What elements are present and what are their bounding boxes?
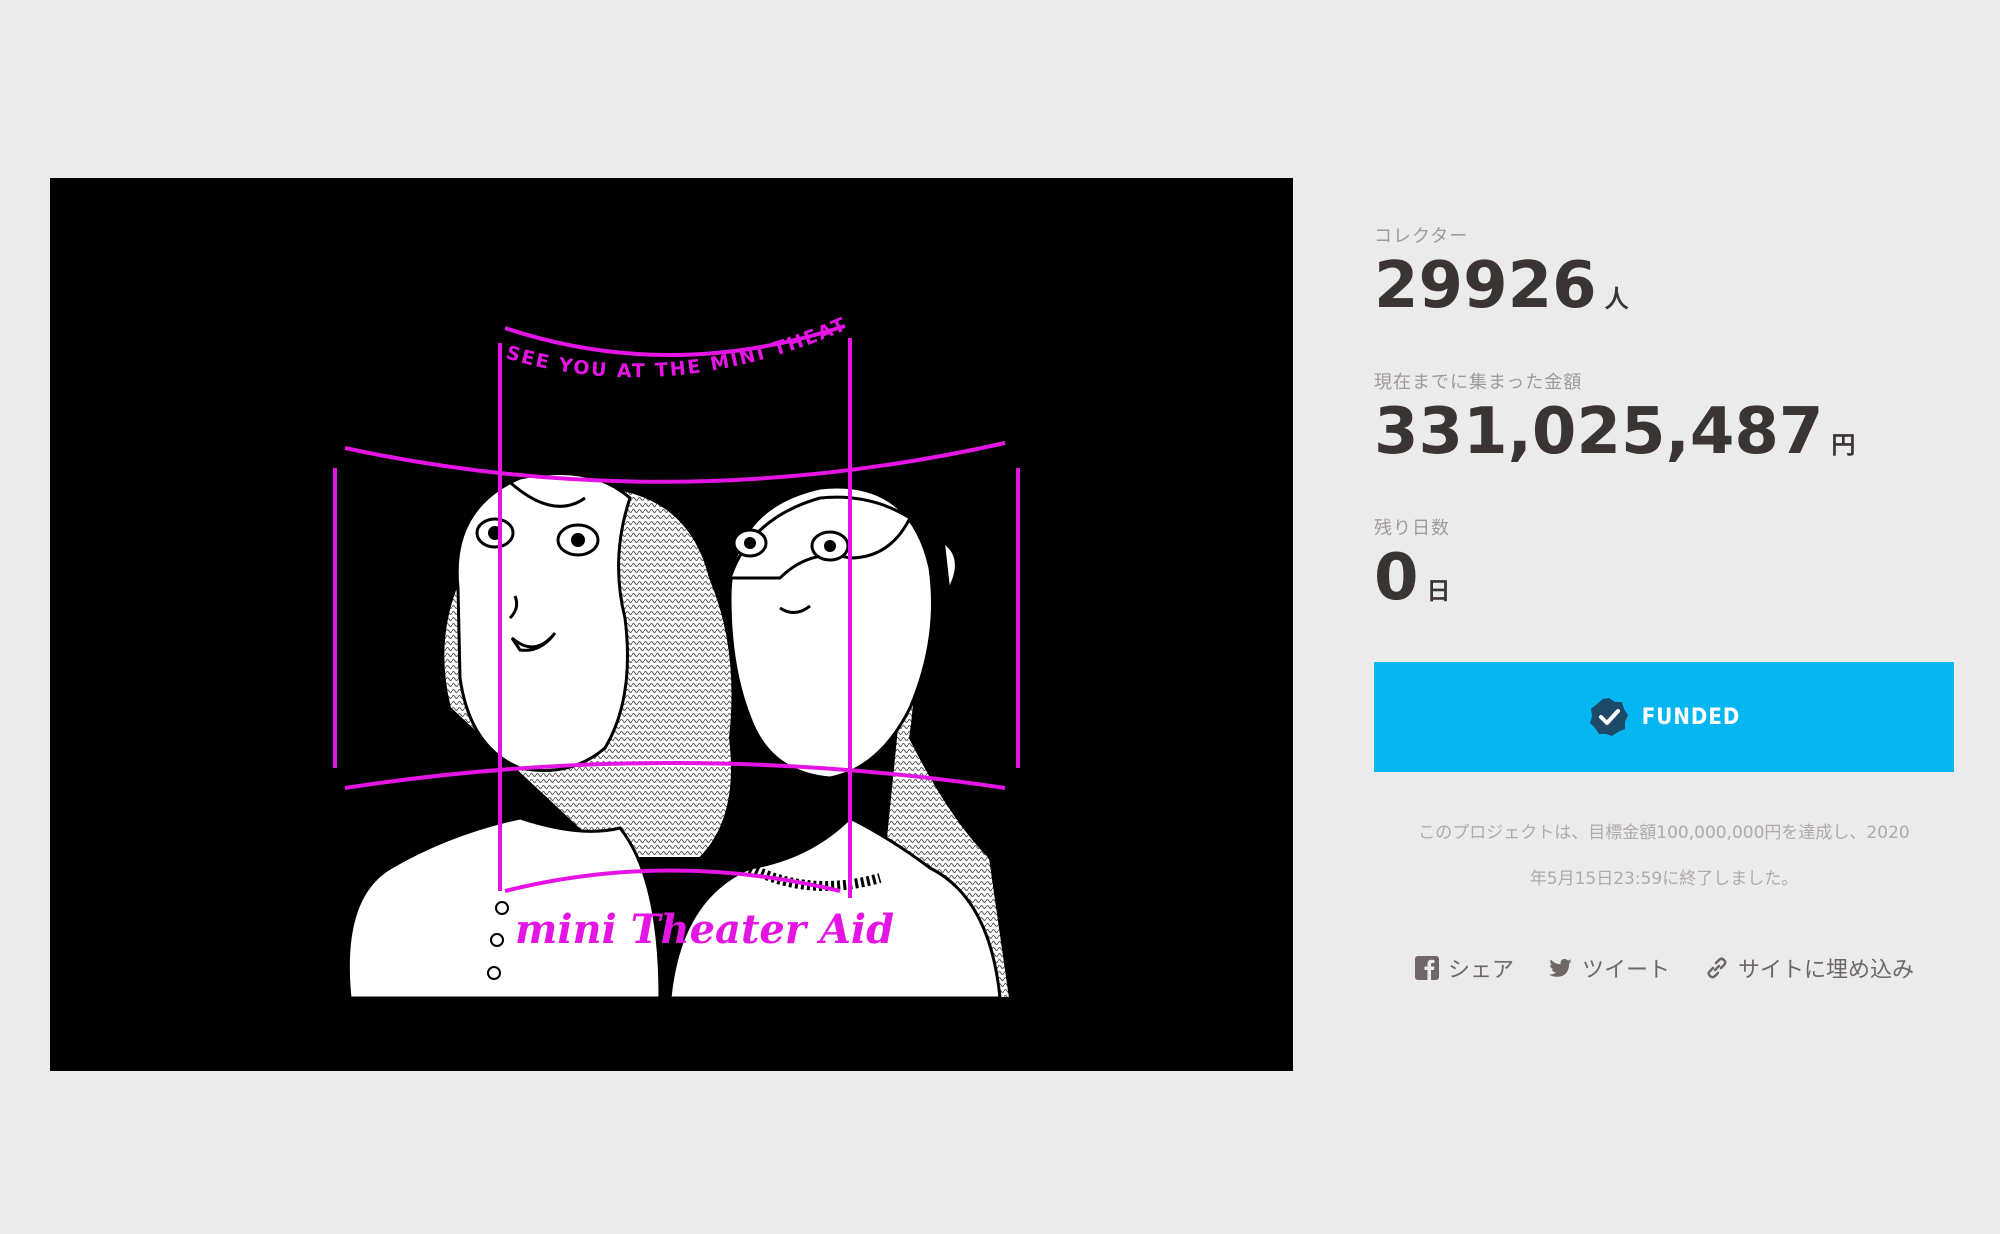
funded-label: FUNDED bbox=[1641, 704, 1741, 730]
raised-label: 現在までに集まった金額 bbox=[1374, 372, 1583, 393]
facebook-share-label: シェア bbox=[1447, 958, 1514, 983]
raised-stat: 現在までに集まった金額 331,025,487 円 bbox=[1374, 368, 1954, 480]
facebook-icon bbox=[1414, 956, 1439, 980]
embed-button[interactable]: サイトに埋め込み bbox=[1704, 952, 1914, 984]
facebook-share-button[interactable]: シェア bbox=[1414, 952, 1514, 984]
remaining-stat: 残り日数 0 日 bbox=[1374, 514, 1954, 626]
hero-bottom-text: mini Theater Aid bbox=[515, 906, 894, 953]
remaining-label: 残り日数 bbox=[1374, 518, 1450, 539]
collectors-unit: 人 bbox=[1604, 285, 1629, 313]
twitter-icon bbox=[1548, 959, 1572, 977]
remaining-value: 0 bbox=[1374, 541, 1419, 615]
completion-note-line1: このプロジェクトは、目標金額100,000,000円を達成し、2020 bbox=[1418, 823, 1910, 843]
funding-panel: コレクター 29926 人 現在までに集まった金額 331,025,487 円 … bbox=[1374, 222, 1954, 984]
raised-value: 331,025,487 bbox=[1374, 395, 1824, 469]
twitter-share-label: ツイート bbox=[1581, 958, 1670, 983]
collectors-value: 29926 bbox=[1374, 249, 1597, 323]
share-bar: シェア ツイート サイトに埋め込み bbox=[1374, 952, 1954, 984]
remaining-unit: 日 bbox=[1426, 577, 1451, 605]
link-icon bbox=[1707, 957, 1727, 979]
collectors-stat: コレクター 29926 人 bbox=[1374, 222, 1954, 334]
completion-note-line2: 年5月15日23:59に終了しました。 bbox=[1529, 869, 1799, 889]
embed-label: サイトに埋め込み bbox=[1738, 958, 1915, 983]
twitter-share-button[interactable]: ツイート bbox=[1548, 952, 1670, 984]
collectors-label: コレクター bbox=[1374, 226, 1469, 247]
raised-unit: 円 bbox=[1831, 431, 1856, 459]
funded-button[interactable]: FUNDED bbox=[1374, 662, 1954, 772]
completion-note: このプロジェクトは、目標金額100,000,000円を達成し、2020 年5月1… bbox=[1374, 810, 1954, 902]
project-hero-image: SEE YOU AT THE MINI THEATER. bbox=[50, 178, 1293, 1071]
hero-illustration: SEE YOU AT THE MINI THEATER. bbox=[50, 178, 1020, 1000]
check-badge-icon bbox=[1589, 698, 1628, 736]
